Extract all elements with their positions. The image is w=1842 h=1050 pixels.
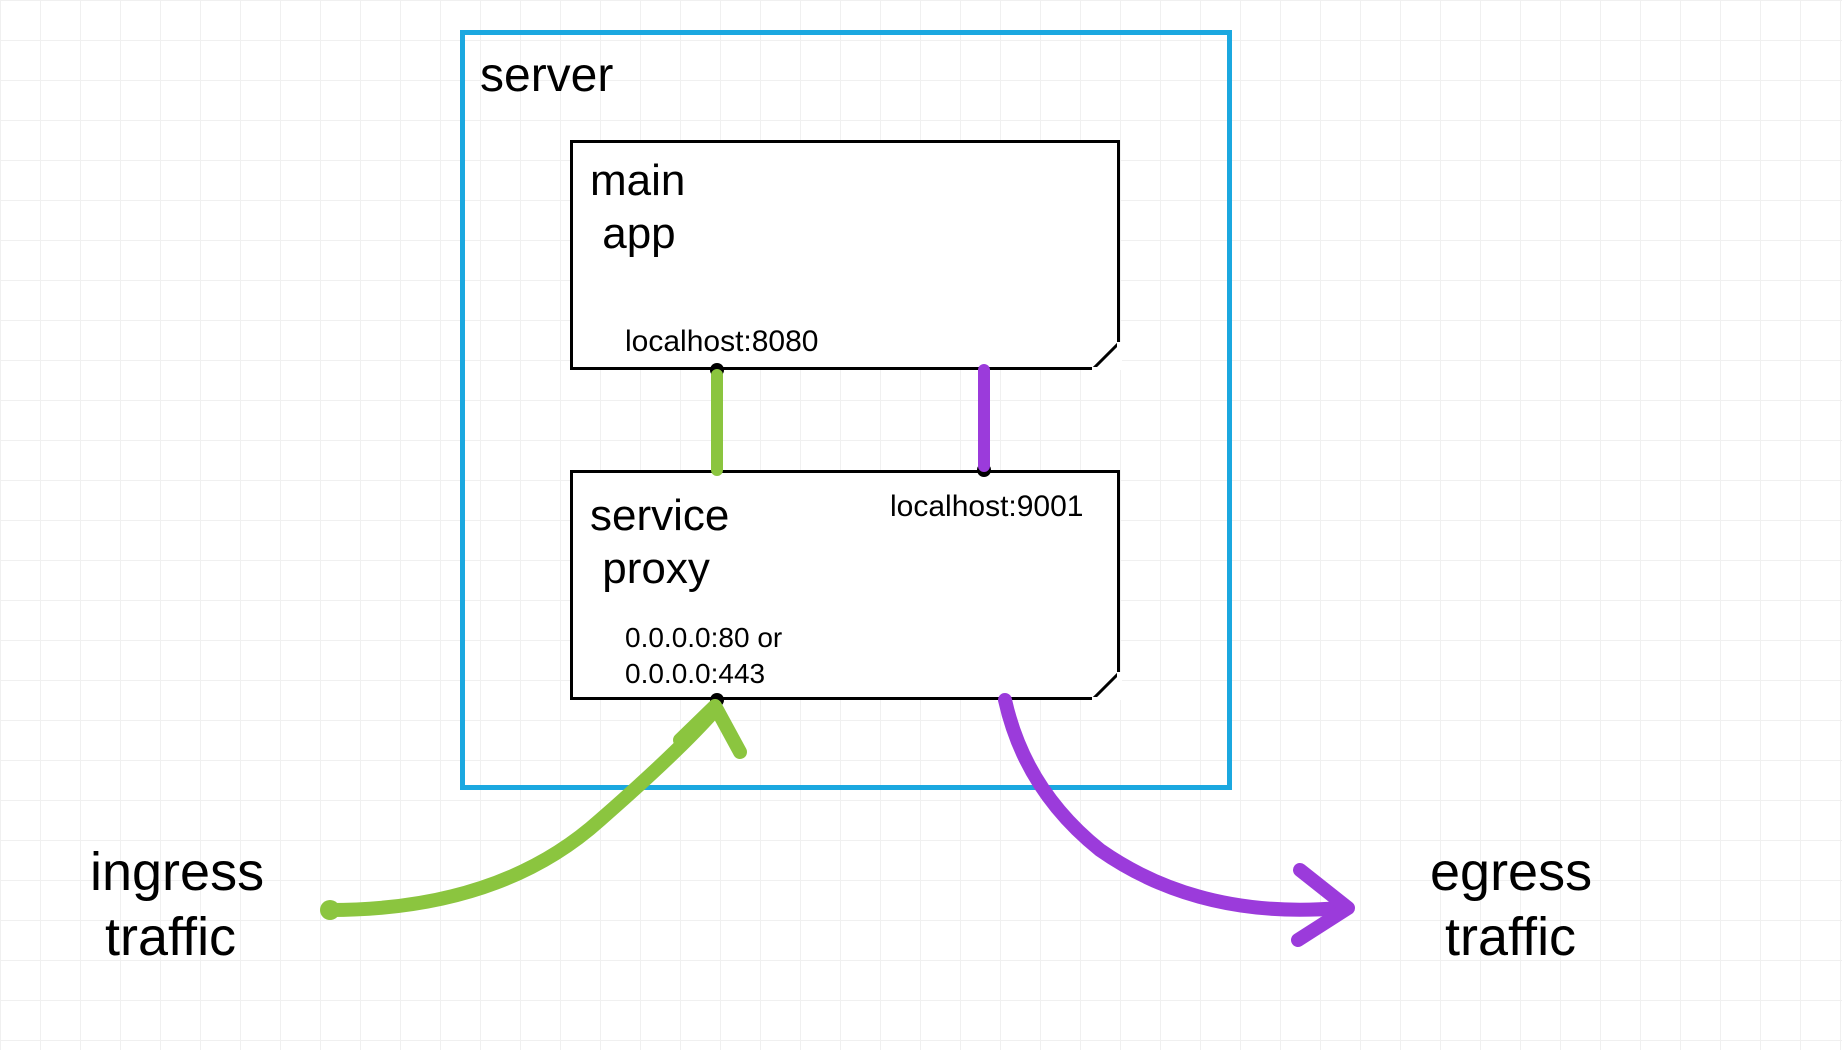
proxy-title-line2: proxy (602, 544, 710, 593)
egress-line2: traffic (1445, 907, 1576, 967)
proxy-title: service proxy (590, 490, 729, 596)
egress-label: egress traffic (1430, 840, 1592, 970)
main-app-title-line2: app (602, 209, 675, 258)
server-label: server (480, 48, 613, 103)
main-app-title-line1: main (590, 156, 685, 205)
ingress-label: ingress traffic (90, 840, 264, 970)
main-app-port: localhost:8080 (625, 325, 818, 359)
proxy-port-line1: 0.0.0.0:80 or (625, 622, 782, 653)
ingress-line1: ingress (90, 842, 264, 902)
main-app-title: main app (590, 155, 685, 261)
main-app-fold-icon (1092, 342, 1122, 372)
ingress-line2: traffic (105, 907, 236, 967)
proxy-external-port: 0.0.0.0:80 or 0.0.0.0:443 (625, 620, 782, 693)
proxy-port-line2: 0.0.0.0:443 (625, 658, 765, 689)
proxy-inbound-port: localhost:9001 (890, 490, 1083, 524)
egress-line1: egress (1430, 842, 1592, 902)
proxy-fold-icon (1092, 672, 1122, 702)
proxy-title-line1: service (590, 491, 729, 540)
